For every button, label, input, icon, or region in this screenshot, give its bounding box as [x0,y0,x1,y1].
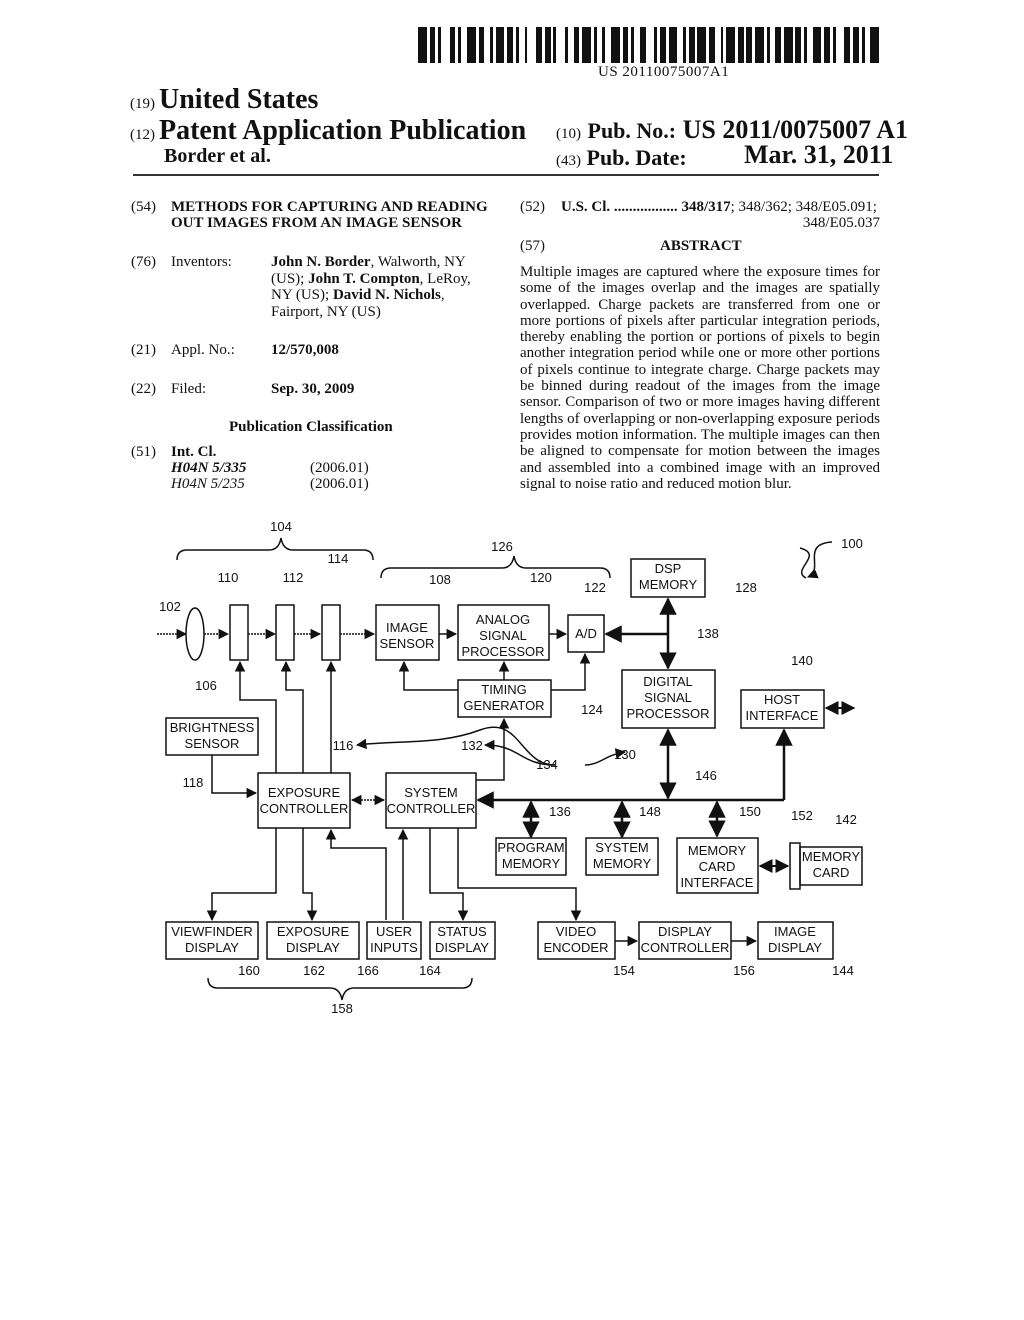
block-label-dsp-memory: MEMORY [639,577,698,592]
ref-numeral: 104 [270,519,292,534]
ref-numeral: 126 [491,539,513,554]
block-label-mem-card-if: MEMORY [688,843,747,858]
ref-numeral: 112 [283,570,304,585]
block-label-mem-card: MEMORY [802,849,861,864]
ref-numeral: 146 [695,768,717,783]
ref-numeral: 116 [333,738,354,753]
block-label-brightness: BRIGHTNESS [170,720,255,735]
block-label-mem-card-if: CARD [699,859,736,874]
block-label-system-ctrl: CONTROLLER [387,801,476,816]
block-label-image-disp: IMAGE [774,924,816,939]
ref-numeral: 134 [536,757,558,772]
ref-numeral: 142 [835,812,857,827]
ref-numeral: 128 [735,580,757,595]
ref-numeral: 124 [581,702,603,717]
block-label-mem-card: CARD [813,865,850,880]
block-label-brightness: SENSOR [185,736,240,751]
ref-numeral: 118 [183,775,204,790]
filter-112 [275,604,295,661]
block-label-display-ctrl: DISPLAY [658,924,712,939]
block-label-system-mem: SYSTEM [595,840,648,855]
ref-numeral: 108 [429,572,451,587]
ref-numeral: 106 [195,678,217,693]
block-label-video-enc: ENCODER [543,940,608,955]
block-label-asp: ANALOG [476,612,530,627]
block-label-display-ctrl: CONTROLLER [641,940,730,955]
ref-numeral: 120 [530,570,552,585]
filter-114 [321,604,341,661]
block-label-image-sensor: SENSOR [380,636,435,651]
ref-numeral: 102 [159,599,181,614]
block-label-dsp-memory: DSP [655,561,682,576]
block-label-program-mem: MEMORY [502,856,561,871]
ref-numeral: 130 [614,747,636,762]
block-label-system-ctrl: SYSTEM [404,785,457,800]
block-label-timing: GENERATOR [463,698,544,713]
lens [185,607,205,661]
ref-numeral: 136 [549,804,571,819]
block-label-dsp: DIGITAL [643,674,693,689]
ref-numeral: 158 [331,1001,353,1016]
block-label-user-inputs: USER [376,924,412,939]
block-label-asp: PROCESSOR [461,644,544,659]
block-label-image-disp: DISPLAY [768,940,822,955]
ref-numeral: 166 [357,963,379,978]
block-label-user-inputs: INPUTS [370,940,418,955]
block-label-status-disp: STATUS [437,924,487,939]
ref-numeral: 160 [238,963,260,978]
block-label-exposure-ctrl: CONTROLLER [260,801,349,816]
ref-numeral: 110 [218,570,239,585]
block-label-program-mem: PROGRAM [497,840,564,855]
ref-numeral: 140 [791,653,813,668]
block-label-dsp: PROCESSOR [626,706,709,721]
ref-numeral: 114 [328,551,349,566]
ref-numeral: 156 [733,963,755,978]
block-label-timing: TIMING [481,682,527,697]
ref-numeral: 164 [419,963,441,978]
block-label-image-sensor: IMAGE [386,620,428,635]
filter-110 [229,604,249,661]
block-label-system-mem: MEMORY [593,856,652,871]
ref-numeral: 138 [697,626,719,641]
ref-numeral: 152 [791,808,813,823]
brace-158 [207,977,473,1001]
block-label-viewfinder: DISPLAY [185,940,239,955]
ref-numeral: 150 [739,804,761,819]
ref-numeral: 154 [613,963,635,978]
ref-numeral: 162 [303,963,325,978]
ref-numeral: 144 [832,963,854,978]
block-label-asp: SIGNAL [479,628,527,643]
block-label-host: HOST [764,692,800,707]
block-label-exposure-disp: EXPOSURE [277,924,350,939]
block-label-mem-card-if: INTERFACE [681,875,754,890]
block-label-host: INTERFACE [746,708,819,723]
ref-numeral: 132 [461,738,483,753]
block-label-status-disp: DISPLAY [435,940,489,955]
brace-126 [380,555,611,579]
ref-numeral: 100 [841,536,863,551]
block-label-video-enc: VIDEO [556,924,596,939]
block-label-dsp: SIGNAL [644,690,692,705]
block-label-exposure-disp: DISPLAY [286,940,340,955]
block-label-ad: A/D [575,626,597,641]
block-diagram: IMAGESENSORANALOGSIGNALPROCESSORA/DDSPME… [157,519,863,1016]
block-label-viewfinder: VIEWFINDER [171,924,253,939]
ref-numeral: 148 [639,804,661,819]
block-label-exposure-ctrl: EXPOSURE [268,785,341,800]
ref-numeral: 122 [584,580,606,595]
